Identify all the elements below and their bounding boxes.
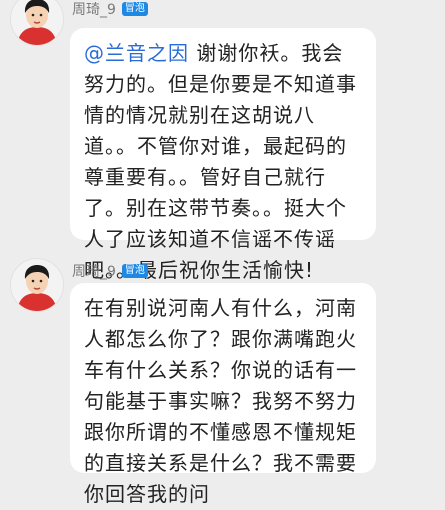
username[interactable]: 周琦_9	[72, 0, 116, 19]
avatar-cartoon-icon	[17, 0, 57, 45]
status-badge: 冒泡	[121, 2, 148, 16]
user-avatar[interactable]	[10, 0, 64, 46]
mention-link[interactable]: @兰音之因	[84, 41, 189, 65]
avatar-cartoon-icon	[17, 265, 57, 311]
username-row: 周琦_9 冒泡	[72, 0, 148, 18]
username-row: 周琦_9 冒泡	[72, 262, 148, 280]
user-avatar[interactable]	[10, 258, 64, 312]
username[interactable]: 周琦_9	[72, 261, 116, 281]
message-text: 谢谢你袄。我会努力的。但是你要是不知道事情的情况就别在这胡说八道。。不管你对谁，…	[84, 41, 357, 282]
message-text: 在有别说河南人有什么，河南人都怎么你了？跟你满嘴跑火车有什么关系？你说的话有一句…	[84, 296, 357, 506]
message-bubble: @兰音之因 谢谢你袄。我会努力的。但是你要是不知道事情的情况就别在这胡说八道。。…	[70, 28, 376, 282]
status-badge: 冒泡	[121, 264, 148, 278]
message-bubble: 在有别说河南人有什么，河南人都怎么你了？跟你满嘴跑火车有什么关系？你说的话有一句…	[70, 283, 376, 506]
